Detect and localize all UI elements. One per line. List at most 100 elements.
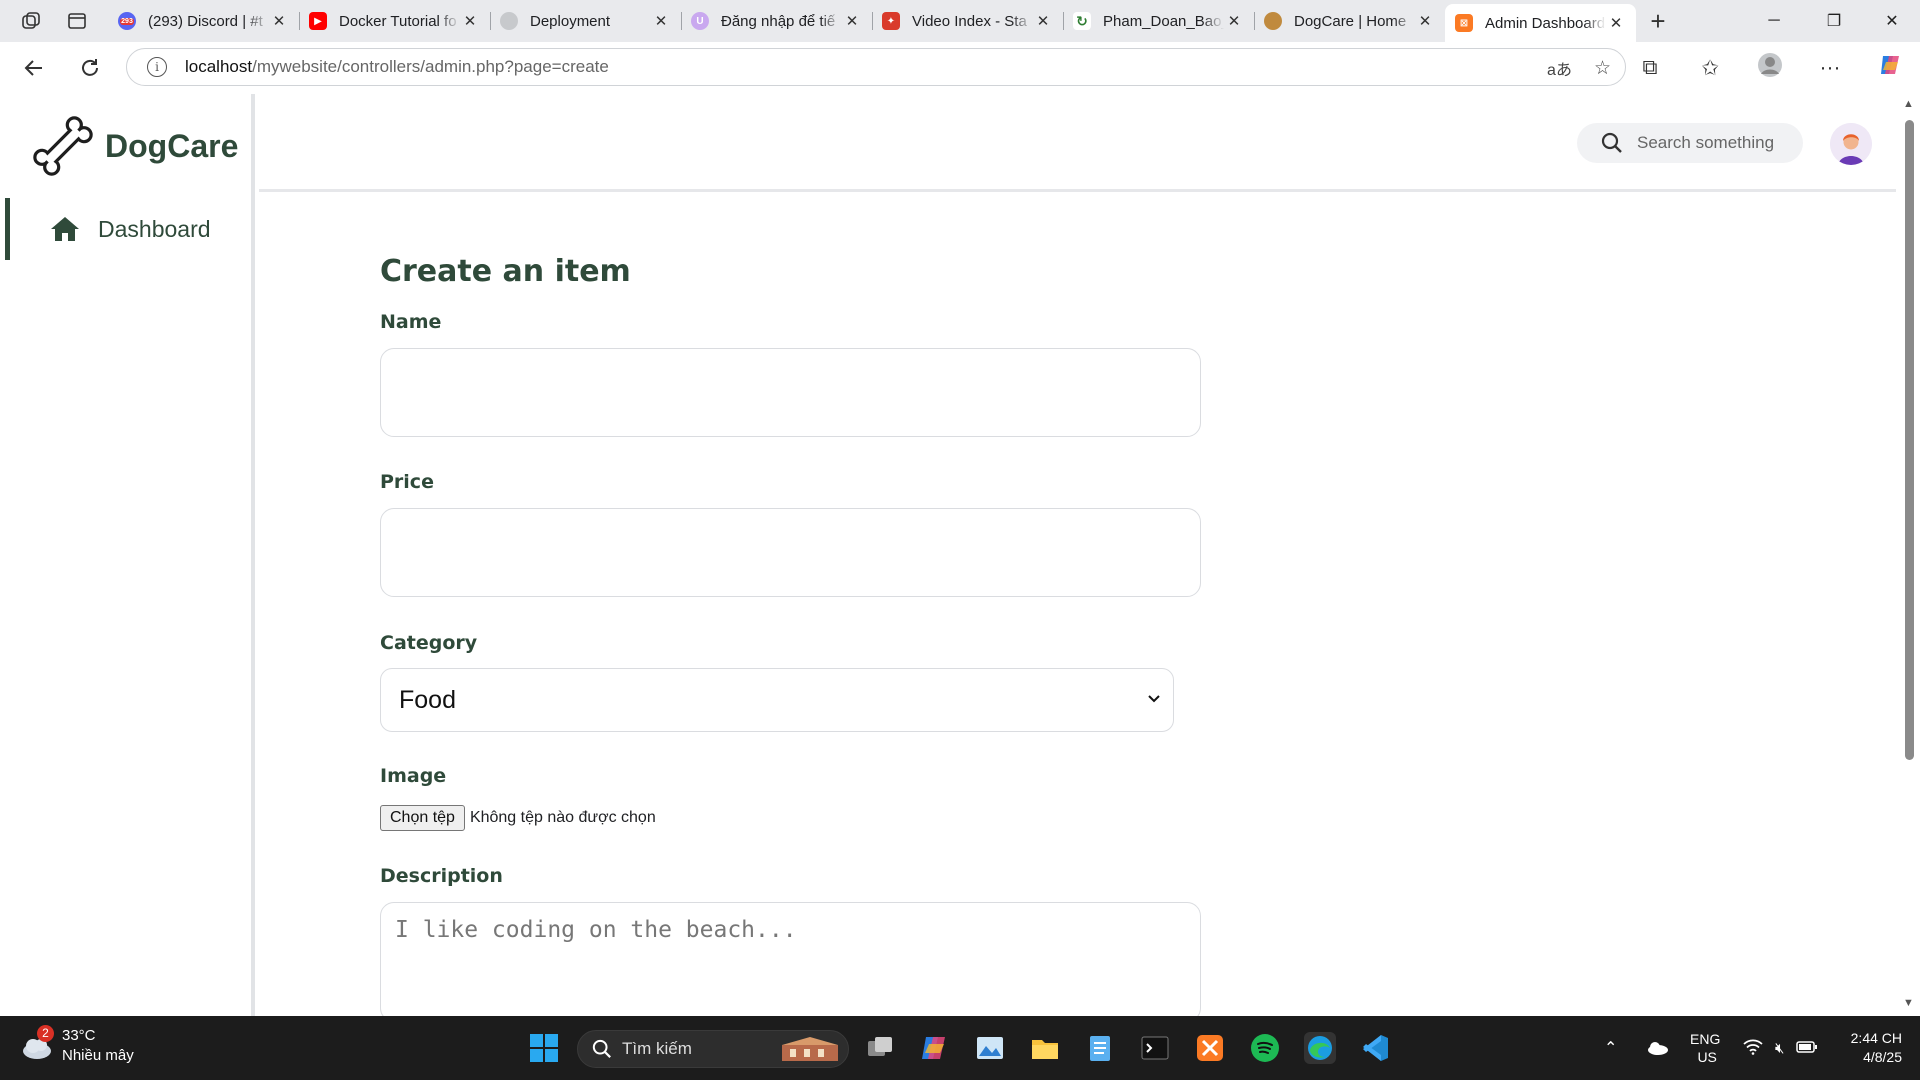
windows-taskbar: 2 33°C Nhiều mây Tìm kiếm ⌃ ENG US 🔇︎ 2:… (0, 1016, 1920, 1080)
scrollbar-thumb[interactable] (1905, 120, 1914, 760)
weather-widget[interactable]: 2 33°C Nhiều mây (20, 1025, 134, 1066)
terminal-icon[interactable] (1139, 1032, 1171, 1064)
notepad-icon[interactable] (1084, 1032, 1116, 1064)
tab-title: Đăng nhập để tiế (721, 12, 836, 30)
close-icon[interactable]: ✕ (651, 12, 671, 30)
sidebar-item-label: Dashboard (98, 215, 211, 242)
browser-tab-strip: 293 (293) Discord | #t ✕ ▶ Docker Tutori… (0, 0, 1920, 42)
tab-title: Deployment (530, 12, 611, 30)
weather-description: Nhiều mây (62, 1047, 134, 1064)
workspaces-icon[interactable] (12, 0, 50, 42)
close-icon[interactable]: ✕ (269, 12, 289, 30)
restore-button[interactable]: ❐ (1806, 0, 1862, 42)
task-view-icon[interactable] (864, 1032, 896, 1064)
reload-button[interactable] (68, 46, 112, 90)
site-info-icon[interactable]: i (147, 57, 167, 77)
tab-actions-icon[interactable] (58, 0, 96, 42)
home-icon (51, 217, 79, 241)
user-avatar[interactable] (1830, 123, 1872, 165)
close-icon[interactable]: ✕ (1606, 14, 1626, 32)
weather-alert-badge: 2 (37, 1025, 54, 1042)
vscode-icon[interactable] (1359, 1032, 1391, 1064)
xampp-icon: ⊠ (1455, 14, 1473, 32)
onedrive-icon[interactable] (1645, 1016, 1669, 1080)
profile-icon[interactable] (1740, 52, 1800, 84)
bone-icon (33, 116, 93, 176)
back-button[interactable] (12, 46, 56, 90)
name-field[interactable] (380, 348, 1201, 437)
wifi-icon (1743, 1039, 1763, 1058)
clock[interactable]: 2:44 CH 4/8/25 (1840, 1016, 1902, 1080)
price-field[interactable] (380, 508, 1201, 597)
browser-toolbar: i localhost/mywebsite/controllers/admin.… (0, 42, 1920, 94)
browser-tab-docker[interactable]: ▶ Docker Tutorial fo ✕ (299, 0, 490, 42)
scroll-up-arrow-icon[interactable]: ▲ (1903, 98, 1914, 110)
new-tab-button[interactable]: + (1636, 6, 1680, 37)
discord-icon: 293 (118, 12, 136, 30)
favorite-star-icon[interactable]: ☆ (1594, 57, 1611, 80)
browser-tab-dogcare-home[interactable]: DogCare | Home ✕ (1254, 0, 1445, 42)
favorites-icon[interactable]: ✩ (1680, 56, 1740, 81)
close-icon[interactable]: ✕ (1033, 12, 1053, 30)
sync-icon: ↻ (1073, 12, 1091, 30)
search-input[interactable]: Search something (1637, 133, 1774, 153)
browser-tab-github-profile[interactable]: ↻ Pham_Doan_Bao_ ✕ (1063, 0, 1254, 42)
browser-tab-discord[interactable]: 293 (293) Discord | #t ✕ (108, 0, 299, 42)
close-icon[interactable]: ✕ (842, 12, 862, 30)
start-button[interactable] (528, 1032, 560, 1064)
browser-tab-deployment[interactable]: Deployment ✕ (490, 0, 681, 42)
windows-logo-icon (530, 1034, 558, 1062)
choose-file-button[interactable]: Chọn tệp (380, 805, 465, 831)
octocat-icon (500, 12, 518, 30)
close-icon[interactable]: ✕ (1224, 12, 1244, 30)
xampp-app-icon[interactable] (1194, 1032, 1226, 1064)
show-hidden-icons[interactable]: ⌃ (1604, 1016, 1617, 1080)
quick-settings[interactable]: 🔇︎ (1743, 1016, 1818, 1080)
battery-icon (1796, 1040, 1818, 1057)
spotify-icon[interactable] (1249, 1032, 1281, 1064)
page-viewport: DogCare Dashboard Search something Creat… (0, 94, 1920, 1016)
browser-tab-login[interactable]: U Đăng nhập để tiế ✕ (681, 0, 872, 42)
sidebar: DogCare Dashboard (5, 94, 255, 1016)
language-indicator[interactable]: ENG US (1690, 1016, 1720, 1080)
reload-icon (82, 59, 98, 76)
minimize-button[interactable]: ─ (1746, 0, 1802, 42)
search-box[interactable]: Search something (1577, 123, 1803, 163)
brand-name: DogCare (105, 127, 239, 164)
image-file-input: Chọn tệp Không tệp nào được chọn (380, 805, 656, 831)
brand-logo[interactable]: DogCare (33, 116, 238, 176)
close-icon[interactable]: ✕ (460, 12, 480, 30)
edge-browser-icon[interactable] (1304, 1032, 1336, 1064)
extensions-icon[interactable]: ⧉ (1620, 56, 1680, 80)
login-icon: U (691, 12, 709, 30)
description-textarea[interactable]: I like coding on the beach... (380, 902, 1201, 1016)
taskbar-search-input[interactable]: Tìm kiếm (622, 1039, 692, 1059)
file-explorer-icon[interactable] (1029, 1032, 1061, 1064)
copilot-app-icon[interactable] (919, 1032, 951, 1064)
window-close-button[interactable]: ✕ (1864, 0, 1920, 42)
chevron-up-icon: ⌃ (1604, 1040, 1618, 1057)
category-selected-value: Food (399, 685, 456, 714)
more-options-icon[interactable]: ··· (1800, 56, 1860, 80)
copilot-icon[interactable] (1860, 52, 1920, 84)
search-highlight-icon (782, 1037, 838, 1061)
category-select[interactable]: Food (380, 668, 1174, 732)
search-icon (1601, 132, 1622, 153)
category-label: Category (380, 632, 478, 654)
tab-title: Admin Dashboard (1485, 14, 1606, 32)
description-label: Description (380, 865, 503, 887)
page-title: Create an item (380, 254, 631, 289)
image-viewer-icon[interactable] (974, 1032, 1006, 1064)
url-path: /mywebsite/controllers/admin.php?page=cr… (252, 57, 609, 76)
browser-tab-video-index[interactable]: ✦ Video Index - Sta ✕ (872, 0, 1063, 42)
address-bar[interactable]: i localhost/mywebsite/controllers/admin.… (126, 48, 1626, 86)
close-icon[interactable]: ✕ (1415, 12, 1435, 30)
read-aloud-icon[interactable]: aあ (1547, 56, 1572, 80)
scroll-down-arrow-icon[interactable]: ▼ (1903, 997, 1914, 1009)
taskbar-search[interactable]: Tìm kiếm (577, 1030, 849, 1068)
clock-date: 4/8/25 (1863, 1049, 1902, 1065)
page-scrollbar[interactable]: ▲ ▼ (1898, 94, 1920, 1016)
back-arrow-icon (24, 60, 42, 76)
browser-tab-admin-dashboard[interactable]: ⊠ Admin Dashboard ✕ (1445, 4, 1636, 42)
sidebar-item-dashboard[interactable]: Dashboard (5, 198, 251, 260)
